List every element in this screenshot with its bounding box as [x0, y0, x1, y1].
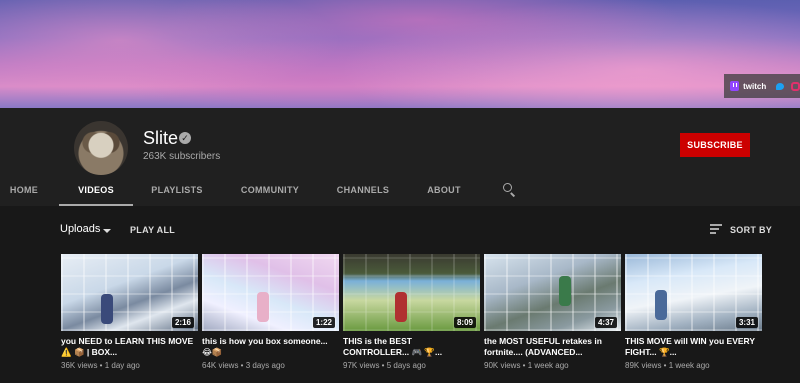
channel-banner [0, 0, 800, 108]
twitch-link[interactable]: twitch [743, 82, 766, 91]
twitch-icon[interactable] [730, 81, 740, 91]
video-duration: 8:09 [453, 317, 476, 328]
video-thumbnail[interactable]: 3:31 [625, 254, 762, 331]
video-duration: 1:22 [312, 317, 335, 328]
video-card[interactable]: 8:09 THIS is the BEST CONTROLLER... 🎮 🏆.… [343, 254, 480, 370]
avatar[interactable] [74, 121, 128, 175]
channel-name: Slite [143, 128, 179, 148]
uploads-dropdown[interactable]: Uploads [60, 223, 100, 235]
tab-playlists[interactable]: PLAYLISTS [141, 176, 213, 206]
video-thumbnail[interactable]: 4:37 [484, 254, 621, 331]
chevron-down-icon[interactable] [103, 229, 111, 233]
tab-community[interactable]: COMMUNITY [230, 176, 310, 206]
subscriber-count: 263K subscribers [143, 151, 221, 162]
sort-by-button[interactable]: SORT BY [730, 225, 772, 235]
video-duration: 4:37 [594, 317, 617, 328]
search-icon[interactable] [503, 183, 512, 192]
video-meta: 97K views • 5 days ago [343, 361, 426, 370]
video-meta: 64K views • 3 days ago [202, 361, 285, 370]
video-thumbnail[interactable]: 1:22 [202, 254, 339, 331]
tab-videos[interactable]: VIDEOS [59, 176, 133, 206]
tab-home[interactable]: HOME [0, 176, 48, 206]
subscribe-button[interactable]: SUBSCRIBE [680, 133, 750, 157]
channel-tabs: HOME VIDEOS PLAYLISTS COMMUNITY CHANNELS… [0, 176, 800, 206]
video-title[interactable]: the MOST USEFUL retakes in fortnite.... … [484, 336, 621, 358]
video-title[interactable]: THIS is the BEST CONTROLLER... 🎮 🏆... [343, 336, 480, 358]
video-card[interactable]: 4:37 the MOST USEFUL retakes in fortnite… [484, 254, 621, 370]
video-card[interactable]: 1:22 this is how you box someone... 😂📦 6… [202, 254, 339, 370]
video-meta: 90K views • 1 week ago [484, 361, 569, 370]
tab-channels[interactable]: CHANNELS [328, 176, 398, 206]
play-all-button[interactable]: PLAY ALL [130, 225, 175, 235]
twitter-icon[interactable] [776, 82, 785, 90]
video-thumbnail[interactable]: 8:09 [343, 254, 480, 331]
instagram-icon[interactable] [791, 81, 800, 91]
video-card[interactable]: 3:31 THIS MOVE will WIN you EVERY FIGHT.… [625, 254, 762, 370]
video-duration: 2:16 [171, 317, 194, 328]
verified-badge-icon: ✓ [179, 132, 191, 144]
video-title[interactable]: THIS MOVE will WIN you EVERY FIGHT... 🏆.… [625, 336, 762, 358]
video-card[interactable]: 2:16 you NEED to LEARN THIS MOVE ⚠️ 📦 | … [61, 254, 198, 370]
tab-about[interactable]: ABOUT [416, 176, 472, 206]
sort-icon[interactable] [710, 224, 722, 234]
video-title[interactable]: this is how you box someone... 😂📦 [202, 336, 339, 358]
banner-links: twitch [724, 74, 800, 98]
video-title[interactable]: you NEED to LEARN THIS MOVE ⚠️ 📦 | BOX..… [61, 336, 198, 358]
video-meta: 89K views • 1 week ago [625, 361, 710, 370]
video-meta: 36K views • 1 day ago [61, 361, 140, 370]
video-duration: 3:31 [735, 317, 758, 328]
video-thumbnail[interactable]: 2:16 [61, 254, 198, 331]
